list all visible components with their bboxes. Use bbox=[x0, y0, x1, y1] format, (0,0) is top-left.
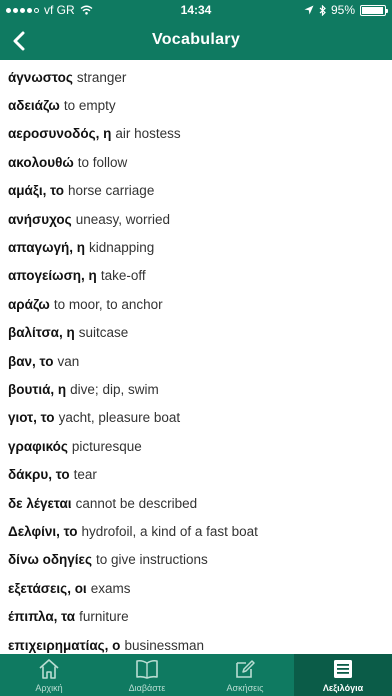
vocabulary-row: άγνωστος stranger bbox=[0, 63, 392, 91]
vocabulary-row: δάκρυ, το tear bbox=[0, 460, 392, 488]
english-translation: air hostess bbox=[115, 126, 181, 142]
english-translation: stranger bbox=[76, 69, 127, 85]
greek-term: εξετάσεις, οι bbox=[8, 580, 87, 596]
greek-term: απαγωγή, η bbox=[8, 240, 85, 256]
list-icon bbox=[330, 657, 356, 681]
greek-term: βουτιά, η bbox=[8, 381, 67, 397]
greek-term: επιχειρηματίας, ο bbox=[8, 637, 121, 653]
vocabulary-row: γραφικός picturesque bbox=[0, 432, 392, 460]
vocabulary-row: αδειάζω to empty bbox=[0, 91, 392, 119]
vocabulary-row: εξετάσεις, οι exams bbox=[0, 574, 392, 602]
greek-term: δίνω οδηγίες bbox=[8, 552, 92, 568]
greek-term: άγνωστος bbox=[8, 69, 73, 85]
page-title: Vocabulary bbox=[151, 31, 241, 48]
vocabulary-row: βουτιά, η dive; dip, swim bbox=[0, 375, 392, 403]
greek-term: απογείωση, η bbox=[8, 268, 97, 284]
english-translation: businessman bbox=[124, 637, 204, 653]
english-translation: uneasy, worried bbox=[75, 211, 170, 227]
english-translation: suitcase bbox=[78, 325, 129, 341]
home-icon bbox=[36, 657, 62, 681]
battery-percent: 95% bbox=[330, 3, 355, 17]
tab-edit[interactable]: Ασκήσεις bbox=[196, 654, 294, 696]
greek-term: ακολουθώ bbox=[8, 154, 74, 170]
top-bar: vf GR 14:34 95% Vocabulary bbox=[0, 0, 392, 60]
greek-term: βαν, το bbox=[8, 353, 54, 369]
vocabulary-list[interactable]: άγνωστος stranger αδειάζω to empty αεροσυνοδ… bbox=[0, 60, 392, 654]
english-translation: exams bbox=[90, 580, 131, 596]
vocabulary-row: ανήσυχος uneasy, worried bbox=[0, 205, 392, 233]
tab-book[interactable]: Διαβάστε bbox=[98, 654, 196, 696]
bluetooth-icon bbox=[319, 4, 326, 16]
greek-term: γιοτ, το bbox=[8, 410, 55, 426]
navigation-bar: Vocabulary bbox=[0, 22, 392, 60]
tab-bar: Αρχική Διαβάστε Ασκήσεις Λεξιλόγια bbox=[0, 654, 392, 696]
greek-term: Δελφίνι, το bbox=[8, 523, 78, 539]
greek-term: γραφικός bbox=[8, 438, 68, 454]
tab-home[interactable]: Αρχική bbox=[0, 654, 98, 696]
vocabulary-row: επιχειρηματίας, ο businessman bbox=[0, 631, 392, 654]
english-translation: picturesque bbox=[71, 438, 142, 454]
english-translation: to follow bbox=[77, 154, 128, 170]
vocabulary-row: δε λέγεται cannot be described bbox=[0, 489, 392, 517]
tab-label: Ασκήσεις bbox=[226, 683, 264, 693]
greek-term: έπιπλα, τα bbox=[8, 609, 76, 625]
vocabulary-row: απαγωγή, η kidnapping bbox=[0, 233, 392, 261]
battery-icon bbox=[360, 4, 388, 16]
english-translation: kidnapping bbox=[88, 240, 155, 256]
greek-term: δάκρυ, το bbox=[8, 467, 70, 483]
tab-label: Διαβάστε bbox=[128, 683, 166, 693]
vocabulary-row: βαλίτσα, η suitcase bbox=[0, 319, 392, 347]
vocabulary-row: αεροσυνοδός, η air hostess bbox=[0, 120, 392, 148]
vocabulary-row: δίνω οδηγίες to give instructions bbox=[0, 546, 392, 574]
status-bar: vf GR 14:34 95% bbox=[0, 0, 392, 20]
english-translation: hydrofoil, a kind of a fast boat bbox=[81, 523, 258, 539]
greek-term: ανήσυχος bbox=[8, 211, 72, 227]
english-translation: horse carriage bbox=[68, 183, 155, 199]
vocabulary-row: αμάξι, το horse carriage bbox=[0, 177, 392, 205]
battery-level-fill bbox=[362, 6, 383, 14]
english-translation: tear bbox=[73, 467, 97, 483]
edit-icon bbox=[232, 657, 258, 681]
book-icon bbox=[134, 657, 160, 681]
tab-label: Λεξιλόγια bbox=[322, 683, 364, 693]
greek-term: δε λέγεται bbox=[8, 495, 72, 511]
english-translation: cannot be described bbox=[75, 495, 198, 511]
english-translation: van bbox=[57, 353, 80, 369]
english-translation: to moor, to anchor bbox=[53, 296, 163, 312]
greek-term: αεροσυνοδός, η bbox=[8, 126, 112, 142]
vocabulary-row: έπιπλα, τα furniture bbox=[0, 602, 392, 630]
vocabulary-row: ακολουθώ to follow bbox=[0, 148, 392, 176]
tab-label: Αρχική bbox=[35, 683, 63, 693]
greek-term: αμάξι, το bbox=[8, 183, 65, 199]
english-translation: furniture bbox=[79, 609, 129, 625]
greek-term: βαλίτσα, η bbox=[8, 325, 75, 341]
greek-term: αδειάζω bbox=[8, 98, 60, 114]
english-translation: take-off bbox=[100, 268, 146, 284]
greek-term: αράζω bbox=[8, 296, 50, 312]
english-translation: dive; dip, swim bbox=[70, 381, 159, 397]
vocabulary-row: Δελφίνι, το hydrofoil, a kind of a fast b… bbox=[0, 517, 392, 545]
english-translation: to give instructions bbox=[95, 552, 208, 568]
location-arrow-icon bbox=[304, 5, 314, 15]
vocabulary-row: απογείωση, η take-off bbox=[0, 262, 392, 290]
english-translation: yacht, pleasure boat bbox=[58, 410, 181, 426]
english-translation: to empty bbox=[63, 98, 116, 114]
vocabulary-row: βαν, το van bbox=[0, 347, 392, 375]
vocabulary-row: αράζω to moor, to anchor bbox=[0, 290, 392, 318]
vocabulary-row: γιοτ, το yacht, pleasure boat bbox=[0, 404, 392, 432]
tab-list[interactable]: Λεξιλόγια bbox=[294, 654, 392, 696]
